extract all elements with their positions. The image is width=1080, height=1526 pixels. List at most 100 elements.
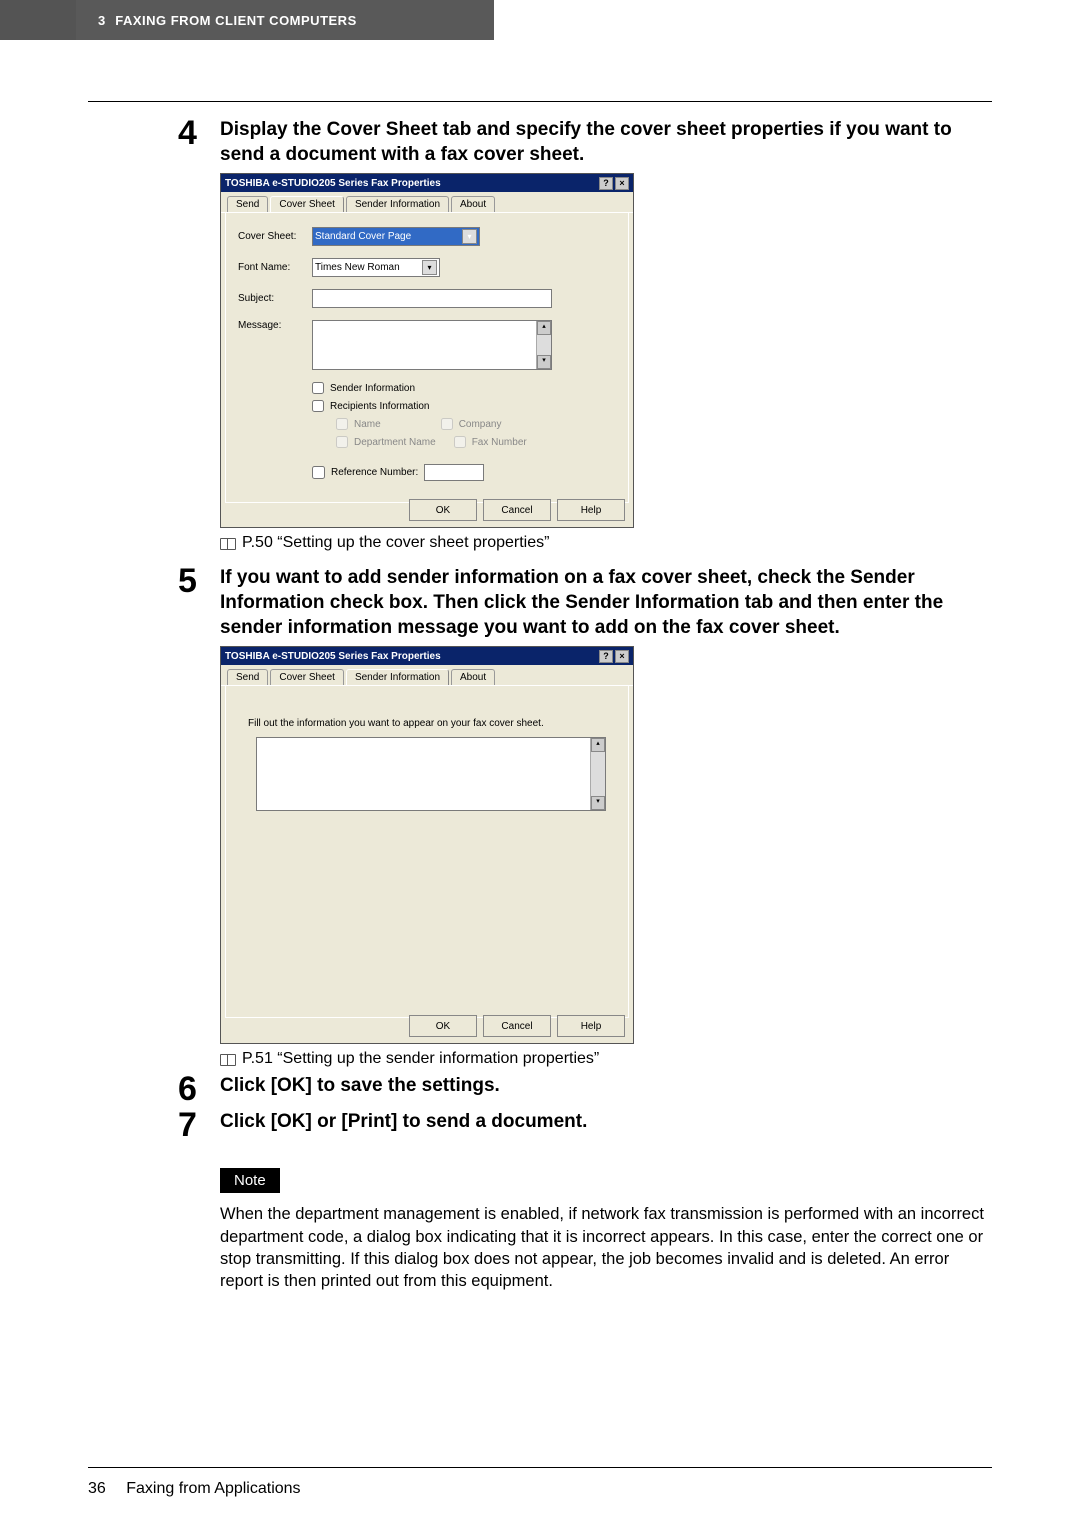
chapter-title: FAXING FROM CLIENT COMPUTERS	[115, 13, 357, 28]
chevron-down-icon[interactable]: ▾	[462, 229, 477, 244]
dialog2-titlebar: TOSHIBA e-STUDIO205 Series Fax Propertie…	[221, 647, 633, 665]
check-sender-info-label: Sender Information	[330, 383, 415, 394]
dialog2-button-row: OK Cancel Help	[409, 1015, 625, 1037]
dialog1-title: TOSHIBA e-STUDIO205 Series Fax Propertie…	[225, 178, 441, 189]
checkbox-refnum[interactable]	[312, 466, 325, 479]
select-cover-sheet-value: Standard Cover Page	[315, 231, 411, 242]
check-recip-info[interactable]: Recipients Information	[312, 400, 616, 412]
check-dept-label: Department Name	[354, 437, 436, 448]
scrollbar[interactable]: ▴ ▾	[536, 321, 551, 369]
scroll-up-icon[interactable]: ▴	[591, 738, 605, 752]
tab-about[interactable]: About	[451, 669, 495, 685]
label-font-name: Font Name:	[238, 262, 312, 273]
step-6-text: Click [OK] to save the settings.	[220, 1074, 993, 1099]
caption-1-row: P.50 “Setting up the cover sheet propert…	[220, 534, 993, 552]
chevron-down-icon[interactable]: ▾	[422, 260, 437, 275]
caption-2-row: P.51 “Setting up the sender information …	[220, 1050, 993, 1068]
rule-top	[88, 101, 992, 102]
checkbox-recip-info[interactable]	[312, 400, 324, 412]
step-7-number: 7	[178, 1108, 220, 1142]
check-company: Company	[441, 418, 502, 430]
check-company-label: Company	[459, 419, 502, 430]
check-name-label: Name	[354, 419, 381, 430]
scrollbar[interactable]: ▴ ▾	[590, 738, 605, 810]
footer-section: Faxing from Applications	[126, 1480, 300, 1497]
check-refnum-row: Reference Number:	[312, 464, 616, 481]
checkbox-sender-info[interactable]	[312, 382, 324, 394]
tab-cover-sheet[interactable]: Cover Sheet	[270, 669, 344, 685]
chapter-number: 3	[98, 13, 105, 28]
step-7-row: 7 Click [OK] or [Print] to send a docume…	[178, 1110, 993, 1142]
select-font-name[interactable]: Times New Roman ▾	[312, 258, 440, 277]
step-6-row: 6 Click [OK] to save the settings.	[178, 1074, 993, 1106]
select-cover-sheet[interactable]: Standard Cover Page ▾	[312, 227, 480, 246]
rule-bottom	[88, 1467, 992, 1468]
dialog-sender-info: TOSHIBA e-STUDIO205 Series Fax Propertie…	[220, 646, 634, 1044]
footer: 36 Faxing from Applications	[88, 1480, 301, 1498]
scroll-down-icon[interactable]: ▾	[537, 355, 551, 369]
dialog2-body: Send Cover Sheet Sender Information Abou…	[221, 665, 633, 1043]
tab-about[interactable]: About	[451, 196, 495, 212]
tab-send[interactable]: Send	[227, 669, 268, 685]
dialog1-help-button[interactable]: ?	[599, 177, 613, 190]
tab-sender-info[interactable]: Sender Information	[346, 196, 449, 212]
dialog2-tabs: Send Cover Sheet Sender Information Abou…	[221, 665, 633, 686]
cancel-button[interactable]: Cancel	[483, 499, 551, 521]
dialog2-instruction: Fill out the information you want to app…	[248, 718, 606, 729]
dialog1-panel: Cover Sheet: Standard Cover Page ▾ Font …	[225, 213, 629, 503]
dialog1-titlebar: TOSHIBA e-STUDIO205 Series Fax Propertie…	[221, 174, 633, 192]
chapter-header: 3 FAXING FROM CLIENT COMPUTERS	[76, 0, 494, 40]
step-4-number: 4	[178, 116, 220, 150]
textarea-sender-info[interactable]: ▴ ▾	[256, 737, 606, 811]
select-font-name-value: Times New Roman	[315, 262, 400, 273]
dialog2-close-button[interactable]: ×	[615, 650, 629, 663]
ok-button[interactable]: OK	[409, 499, 477, 521]
note-label: Note	[220, 1168, 280, 1193]
input-refnum[interactable]	[424, 464, 484, 481]
input-subject[interactable]	[312, 289, 552, 308]
dialog1-button-row: OK Cancel Help	[409, 499, 625, 521]
label-subject: Subject:	[238, 293, 312, 304]
label-refnum: Reference Number:	[331, 467, 418, 478]
step-6-number: 6	[178, 1072, 220, 1106]
step-7-text: Click [OK] or [Print] to send a document…	[220, 1110, 993, 1135]
cancel-button[interactable]: Cancel	[483, 1015, 551, 1037]
check-sender-info[interactable]: Sender Information	[312, 382, 616, 394]
checkbox-faxnum	[454, 436, 466, 448]
help-button[interactable]: Help	[557, 499, 625, 521]
checkbox-name	[336, 418, 348, 430]
step-5-number: 5	[178, 564, 220, 598]
book-icon	[220, 536, 236, 550]
step-5-row: 5 If you want to add sender information …	[178, 566, 993, 640]
book-icon	[220, 1052, 236, 1066]
step-4-text: Display the Cover Sheet tab and specify …	[220, 118, 993, 167]
checkbox-dept	[336, 436, 348, 448]
content-area: 4 Display the Cover Sheet tab and specif…	[178, 118, 993, 1293]
scroll-down-icon[interactable]: ▾	[591, 796, 605, 810]
tab-sender-info[interactable]: Sender Information	[346, 669, 449, 685]
check-dept: Department Name	[336, 436, 436, 448]
tab-cover-sheet[interactable]: Cover Sheet	[270, 196, 344, 212]
label-cover-sheet: Cover Sheet:	[238, 231, 312, 242]
help-button[interactable]: Help	[557, 1015, 625, 1037]
dialog-cover-sheet: TOSHIBA e-STUDIO205 Series Fax Propertie…	[220, 173, 634, 528]
label-message: Message:	[238, 320, 312, 331]
tab-send[interactable]: Send	[227, 196, 268, 212]
page-number: 36	[88, 1480, 106, 1497]
scroll-up-icon[interactable]: ▴	[537, 321, 551, 335]
check-name: Name	[336, 418, 381, 430]
side-tab	[0, 0, 76, 40]
step-5-text: If you want to add sender information on…	[220, 566, 993, 640]
check-faxnum: Fax Number	[454, 436, 527, 448]
checkbox-company	[441, 418, 453, 430]
check-faxnum-label: Fax Number	[472, 437, 527, 448]
dialog1-tabs: Send Cover Sheet Sender Information Abou…	[221, 192, 633, 213]
check-recip-info-label: Recipients Information	[330, 401, 430, 412]
textarea-message[interactable]: ▴ ▾	[312, 320, 552, 370]
step-4-row: 4 Display the Cover Sheet tab and specif…	[178, 118, 993, 167]
dialog2-help-button[interactable]: ?	[599, 650, 613, 663]
caption-1: P.50 “Setting up the cover sheet propert…	[242, 534, 549, 552]
note-text: When the department management is enable…	[220, 1203, 990, 1292]
ok-button[interactable]: OK	[409, 1015, 477, 1037]
dialog1-close-button[interactable]: ×	[615, 177, 629, 190]
